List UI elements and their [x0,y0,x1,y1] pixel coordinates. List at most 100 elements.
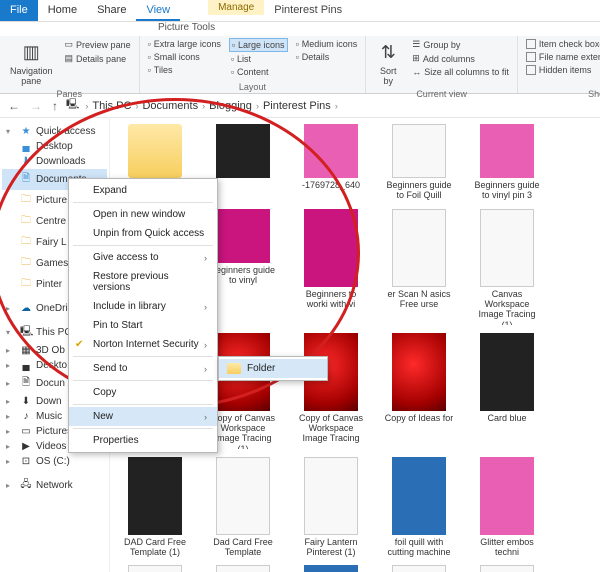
group-by-button[interactable]: ☰Group by [410,38,511,51]
file-label: DAD Card Free Template (1) [120,537,190,558]
file-thumbnail [304,565,358,572]
file-item[interactable]: Beginners guide to vinyl pin 3 [472,124,542,201]
file-item[interactable]: Glitter embos techni [472,457,542,558]
tab-share[interactable]: Share [87,0,136,21]
sort-by-button[interactable]: ⇅ Sort by [372,38,404,88]
ctx-new-folder[interactable]: Folder [219,359,327,378]
preview-pane-button[interactable]: ▭Preview pane [63,38,133,51]
file-label: Card blue [487,413,526,423]
ctx-expand[interactable]: Expand [69,181,217,200]
sidebar-item-desktop[interactable]: ▄Desktop [2,139,107,154]
group-layout: ▫Extra large icons ▫Small icons ▫Tiles ▫… [140,36,367,93]
up-button[interactable]: ↑ [50,97,60,115]
file-label: Beginners guide to Foil Quill [384,180,454,201]
file-label: Glitter embos techni [472,537,542,558]
file-item[interactable]: Canvas Workspace Image Tracing (1) [472,209,542,325]
group-show-hide: Item check boxes File name extensions Hi… [518,36,600,93]
file-item[interactable]: Beginners to worki with vi [296,209,366,325]
file-item[interactable]: foil quill with cutting machine [384,457,454,558]
ctx-include-library[interactable]: Include in library› [69,297,217,316]
group-current-view: ⇅ Sort by ☰Group by ⊞Add columns ↔Size a… [366,36,518,93]
crumb-pinterest-pins[interactable]: Pinterest Pins [261,98,333,114]
add-columns-button[interactable]: ⊞Add columns [410,52,511,65]
layout-details[interactable]: ▫Details [294,51,360,63]
file-item[interactable]: er Scan N asics Free urse [384,209,454,325]
ctx-send-to[interactable]: Send to› [69,359,217,378]
sidebar-network[interactable]: ▸🖧Network [2,475,107,496]
file-name-extensions-toggle[interactable]: File name extensions [524,51,600,63]
chevron-right-icon: › [204,253,207,263]
file-thumbnail [304,124,358,178]
file-label: beginners guide to vinyl [208,265,278,286]
file-item[interactable]: beginners guide to vinyl [208,209,278,325]
file-item[interactable] [208,124,278,201]
file-item[interactable]: Beginners guide to Foil Quill [384,124,454,201]
layout-list[interactable]: ▫List [229,53,288,65]
hidden-items-toggle[interactable]: Hidden items [524,64,600,76]
file-label: Copy of Canvas Workspace Image Tracing [296,413,366,444]
size-all-columns-button[interactable]: ↔Size all columns to fit [410,66,511,78]
sidebar-item-downloads[interactable]: ⬇Downloads [2,154,107,169]
forward-button[interactable]: → [28,97,44,115]
file-thumbnail [392,565,446,572]
file-thumbnail [480,209,534,287]
sidebar-item-osc[interactable]: ▸⊡OS (C:) [2,454,107,469]
file-thumbnail [480,565,534,572]
sort-icon: ⇅ [376,40,400,64]
sidebar-quick-access[interactable]: ▾★Quick access [2,124,107,139]
tab-home[interactable]: Home [38,0,87,21]
ctx-copy[interactable]: Copy [69,383,217,402]
file-item[interactable]: How to curve text in Canvas pin blue [296,565,366,572]
back-button[interactable]: ← [6,97,22,115]
ctx-norton[interactable]: ✔Norton Internet Security› [69,335,217,354]
file-item[interactable]: Card blue [472,333,542,449]
file-thumbnail [480,124,534,178]
file-thumbnail [216,457,270,535]
tab-file[interactable]: File [0,0,38,21]
ctx-new[interactable]: New› [69,407,217,426]
file-item[interactable]: How to use Brother Type Converter [384,565,454,572]
ctx-properties[interactable]: Properties [69,431,217,450]
ctx-open-new-window[interactable]: Open in new window [69,205,217,224]
ctx-unpin[interactable]: Unpin from Quick access [69,224,217,243]
layout-medium[interactable]: ▫Medium icons [294,38,360,50]
file-item[interactable]: Dad Card Free Template [208,457,278,558]
layout-xl[interactable]: ▫Extra large icons [146,38,223,50]
ribbon-tabs: File Home Share View Manage Pinterest Pi… [0,0,600,22]
file-thumbnail [304,209,358,287]
ctx-restore[interactable]: Restore previous versions [69,267,217,297]
layout-tiles[interactable]: ▫Tiles [146,64,223,76]
ctx-pin-start[interactable]: Pin to Start [69,316,217,335]
file-item[interactable]: How to use your Foil Quill (1) [472,565,542,572]
file-item[interactable]: Copy of Canvas Workspace Image Tracing (… [208,333,278,449]
network-icon: 🖧 [20,477,32,494]
file-label: Beginners to worki with vi [296,289,366,310]
file-item[interactable]: Copy of Ideas for [384,333,454,449]
tab-picture-tools[interactable]: Picture Tools [0,22,600,36]
file-item[interactable]: How to add fonts to Canvas Workspace [120,565,190,572]
context-submenu-new: Folder [218,356,328,381]
tab-view[interactable]: View [136,0,180,21]
crumb-blogging[interactable]: Blogging [207,98,254,114]
file-item[interactable]: How to clean your scanner [208,565,278,572]
file-thumbnail [392,333,446,411]
file-thumbnail [392,457,446,535]
file-thumbnail [392,209,446,287]
item-check-boxes-toggle[interactable]: Item check boxes [524,38,600,50]
crumb-thispc[interactable]: This PC [90,98,133,114]
norton-icon: ✔ [75,339,83,350]
layout-large[interactable]: ▫Large icons [229,38,288,52]
pc-icon: 🖳 [66,97,79,114]
navigation-pane-icon: ▥ [19,40,43,64]
file-label: er Scan N asics Free urse [384,289,454,310]
ctx-give-access[interactable]: Give access to› [69,248,217,267]
layout-small[interactable]: ▫Small icons [146,51,223,63]
crumb-documents[interactable]: Documents [140,98,200,114]
file-item[interactable]: -1769728_640 [296,124,366,201]
details-pane-button[interactable]: ▤Details pane [63,52,133,65]
file-item[interactable]: Copy of Canvas Workspace Image Tracing [296,333,366,449]
file-item[interactable]: DAD Card Free Template (1) [120,457,190,558]
navigation-pane-button[interactable]: ▥ Navigation pane [6,38,57,88]
file-item[interactable]: Fairy Lantern Pinterest (1) [296,457,366,558]
layout-content[interactable]: ▫Content [229,66,288,78]
